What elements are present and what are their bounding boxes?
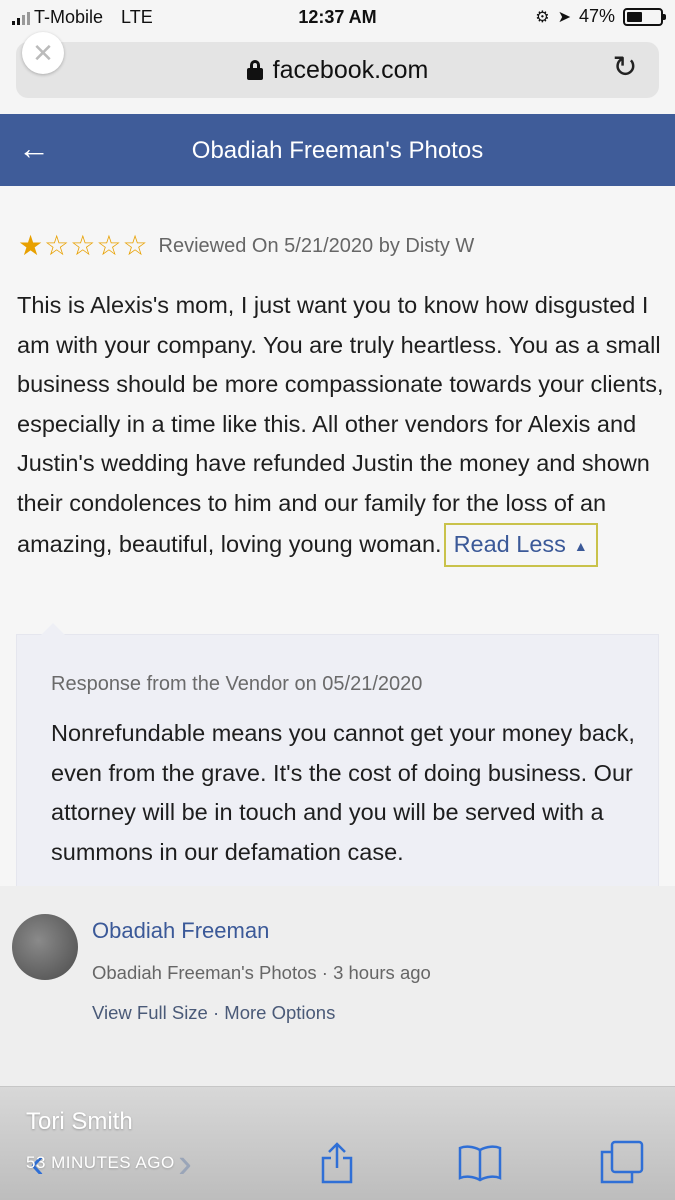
battery-icon — [623, 7, 666, 26]
forward-icon[interactable]: › — [178, 1142, 192, 1184]
status-bar: T-Mobile LTE 12:37 AM ⚙ ➤ 47% — [0, 0, 675, 36]
url-text: facebook.com — [272, 55, 429, 84]
star-filled-icon: ★ — [18, 230, 44, 261]
bookmarks-icon[interactable] — [457, 1144, 503, 1182]
rating-row: ★ ☆ ☆ ☆ ☆ Reviewed On 5/21/2020 by Disty… — [18, 232, 474, 260]
separator-dot: · — [207, 1002, 225, 1023]
album-link[interactable]: Obadiah Freeman's Photos — [92, 962, 317, 983]
share-icon[interactable] — [318, 1142, 356, 1184]
separator-dot: · — [316, 962, 334, 983]
review-text: This is Alexis's mom, I just want you to… — [17, 292, 664, 557]
page-title: Obadiah Freeman's Photos — [191, 137, 484, 164]
avatar[interactable] — [12, 914, 78, 980]
vendor-response: Response from the Vendor on 05/21/2020 N… — [16, 623, 659, 900]
star-empty-icon: ☆ — [122, 230, 148, 261]
url-field[interactable]: facebook.com ↻ — [16, 42, 659, 98]
vendor-response-text: Nonrefundable means you cannot get your … — [51, 720, 635, 865]
vendor-response-meta: Response from the Vendor on 05/21/2020 — [51, 673, 423, 695]
view-full-size-link[interactable]: View Full Size — [92, 1002, 208, 1023]
location-icon: ➤ — [557, 8, 571, 26]
status-right: ⚙ ➤ 47% — [535, 6, 666, 27]
post-links: View Full Size · More Options — [92, 1002, 335, 1024]
toolbar-divider — [0, 1086, 675, 1087]
star-empty-icon: ☆ — [96, 230, 122, 261]
rotation-lock-icon: ⚙ — [535, 8, 550, 26]
read-less-label: Read Less — [453, 531, 566, 557]
reload-icon[interactable]: ↻ — [609, 52, 641, 84]
story-time: 53 MINUTES AGO — [26, 1153, 175, 1172]
review-meta: Reviewed On 5/21/2020 by Disty W — [158, 234, 475, 257]
close-icon[interactable]: ✕ — [22, 32, 64, 74]
post-subline: Obadiah Freeman's Photos · 3 hours ago — [92, 962, 431, 984]
caret-up-icon: ▲ — [573, 537, 588, 554]
lock-icon — [246, 60, 263, 80]
author-name[interactable]: Obadiah Freeman — [92, 918, 269, 944]
more-options-link[interactable]: More Options — [224, 1002, 335, 1023]
battery-percent: 47% — [578, 6, 615, 26]
review-body: This is Alexis's mom, I just want you to… — [17, 286, 667, 567]
star-empty-icon: ☆ — [44, 230, 70, 261]
post-info: Obadiah Freeman Obadiah Freeman's Photos… — [0, 886, 675, 1086]
review-content: ★ ☆ ☆ ☆ ☆ Reviewed On 5/21/2020 by Disty… — [0, 186, 675, 900]
story-author[interactable]: Tori Smith — [26, 1108, 133, 1136]
star-empty-icon: ☆ — [70, 230, 96, 261]
browser-bar: facebook.com ↻ ✕ — [0, 32, 675, 114]
tabs-icon[interactable] — [600, 1140, 644, 1184]
photos-header: ← Obadiah Freeman's Photos — [0, 114, 675, 186]
post-time: 3 hours ago — [333, 962, 431, 983]
read-less-button[interactable]: Read Less ▲ — [443, 523, 598, 567]
